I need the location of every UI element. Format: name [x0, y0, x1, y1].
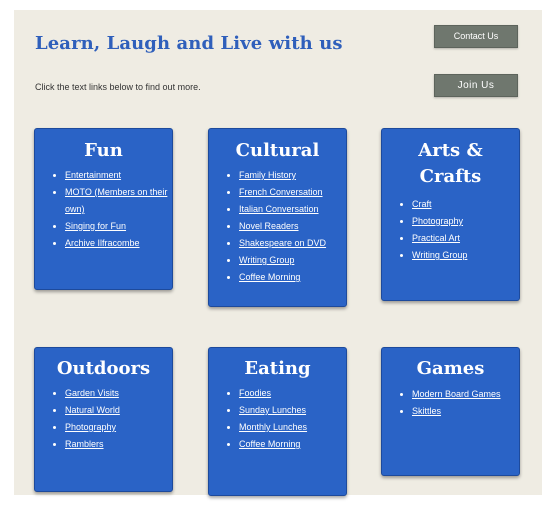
link-novel-readers[interactable]: Novel Readers	[239, 221, 299, 231]
link-monthly-lunches[interactable]: Monthly Lunches	[239, 422, 307, 432]
card-link-list: Entertainment MOTO (Members on their own…	[35, 167, 172, 252]
card-arts-crafts: Arts & Crafts Craft Photography Practica…	[381, 128, 520, 301]
list-item: Writing Group	[239, 252, 346, 269]
list-item: Natural World	[65, 402, 172, 419]
card-title-outdoors: Outdoors	[35, 356, 172, 382]
list-item: Singing for Fun	[65, 218, 172, 235]
list-item: Foodies	[239, 385, 346, 402]
card-eating: Eating Foodies Sunday Lunches Monthly Lu…	[208, 347, 347, 496]
card-outdoors: Outdoors Garden Visits Natural World Pho…	[34, 347, 173, 492]
card-link-list: Modern Board Games Skittles	[382, 386, 519, 420]
link-natural-world[interactable]: Natural World	[65, 405, 120, 415]
page-content: Learn, Laugh and Live with us Click the …	[14, 10, 542, 496]
link-french-conversation[interactable]: French Conversation	[239, 187, 323, 197]
card-cultural: Cultural Family History French Conversat…	[208, 128, 347, 307]
link-coffee-morning[interactable]: Coffee Morning	[239, 272, 300, 282]
list-item: Coffee Morning	[239, 436, 346, 453]
card-title-line: Cultural	[235, 140, 320, 161]
list-item: Practical Art	[412, 230, 519, 247]
list-item: Novel Readers	[239, 218, 346, 235]
link-archive-ilfracombe[interactable]: Archive Ilfracombe	[65, 238, 140, 248]
card-link-list: Garden Visits Natural World Photography …	[35, 385, 172, 453]
card-title-games: Games	[382, 356, 519, 382]
list-item: Shakespeare on DVD	[239, 235, 346, 252]
list-item: Garden Visits	[65, 385, 172, 402]
link-photography[interactable]: Photography	[412, 216, 463, 226]
list-item: Modern Board Games	[412, 386, 519, 403]
list-item: Craft	[412, 196, 519, 213]
link-sunday-lunches[interactable]: Sunday Lunches	[239, 405, 306, 415]
link-ramblers[interactable]: Ramblers	[65, 439, 104, 449]
link-writing-group[interactable]: Writing Group	[412, 250, 467, 260]
list-item: Family History	[239, 167, 346, 184]
link-garden-visits[interactable]: Garden Visits	[65, 388, 119, 398]
link-italian-conversation[interactable]: Italian Conversation	[239, 204, 319, 214]
card-title-line: Games	[416, 358, 485, 379]
list-item: Writing Group	[412, 247, 519, 264]
card-title-line: Eating	[244, 358, 311, 379]
card-title-line: Arts &	[418, 140, 483, 161]
link-coffee-morning[interactable]: Coffee Morning	[239, 439, 300, 449]
link-shakespeare-on-dvd[interactable]: Shakespeare on DVD	[239, 238, 326, 248]
page-subtitle: Click the text links below to find out m…	[35, 82, 201, 92]
card-link-list: Foodies Sunday Lunches Monthly Lunches C…	[209, 385, 346, 453]
link-foodies[interactable]: Foodies	[239, 388, 271, 398]
link-entertainment[interactable]: Entertainment	[65, 170, 121, 180]
list-item: Monthly Lunches	[239, 419, 346, 436]
link-family-history[interactable]: Family History	[239, 170, 296, 180]
contact-us-button[interactable]: Contact Us	[434, 25, 518, 48]
list-item: Italian Conversation	[239, 201, 346, 218]
card-link-list: Craft Photography Practical Art Writing …	[382, 196, 519, 264]
card-games: Games Modern Board Games Skittles	[381, 347, 520, 476]
card-title-line: Fun	[84, 140, 123, 161]
list-item: Photography	[65, 419, 172, 436]
card-title-cultural: Cultural	[209, 138, 346, 164]
join-us-button[interactable]: Join Us	[434, 74, 518, 97]
link-skittles[interactable]: Skittles	[412, 406, 441, 416]
list-item: Photography	[412, 213, 519, 230]
page-title: Learn, Laugh and Live with us	[35, 33, 343, 54]
list-item: Archive Ilfracombe	[65, 235, 172, 252]
link-modern-board-games[interactable]: Modern Board Games	[412, 389, 501, 399]
link-photography[interactable]: Photography	[65, 422, 116, 432]
list-item: Sunday Lunches	[239, 402, 346, 419]
list-item: MOTO (Members on their own)	[65, 184, 172, 218]
card-link-list: Family History French Conversation Itali…	[209, 167, 346, 286]
link-singing-for-fun[interactable]: Singing for Fun	[65, 221, 126, 231]
list-item: Skittles	[412, 403, 519, 420]
link-craft[interactable]: Craft	[412, 199, 432, 209]
link-writing-group[interactable]: Writing Group	[239, 255, 294, 265]
list-item: Entertainment	[65, 167, 172, 184]
list-item: French Conversation	[239, 184, 346, 201]
card-fun: Fun Entertainment MOTO (Members on their…	[34, 128, 173, 290]
list-item: Ramblers	[65, 436, 172, 453]
link-moto[interactable]: MOTO (Members on their own)	[65, 187, 167, 214]
card-title-line: Crafts	[419, 166, 482, 187]
card-title-arts-crafts: Arts & Crafts	[382, 138, 519, 190]
card-title-eating: Eating	[209, 356, 346, 382]
list-item: Coffee Morning	[239, 269, 346, 286]
card-title-fun: Fun	[35, 138, 172, 164]
card-title-line: Outdoors	[56, 358, 151, 379]
link-practical-art[interactable]: Practical Art	[412, 233, 460, 243]
